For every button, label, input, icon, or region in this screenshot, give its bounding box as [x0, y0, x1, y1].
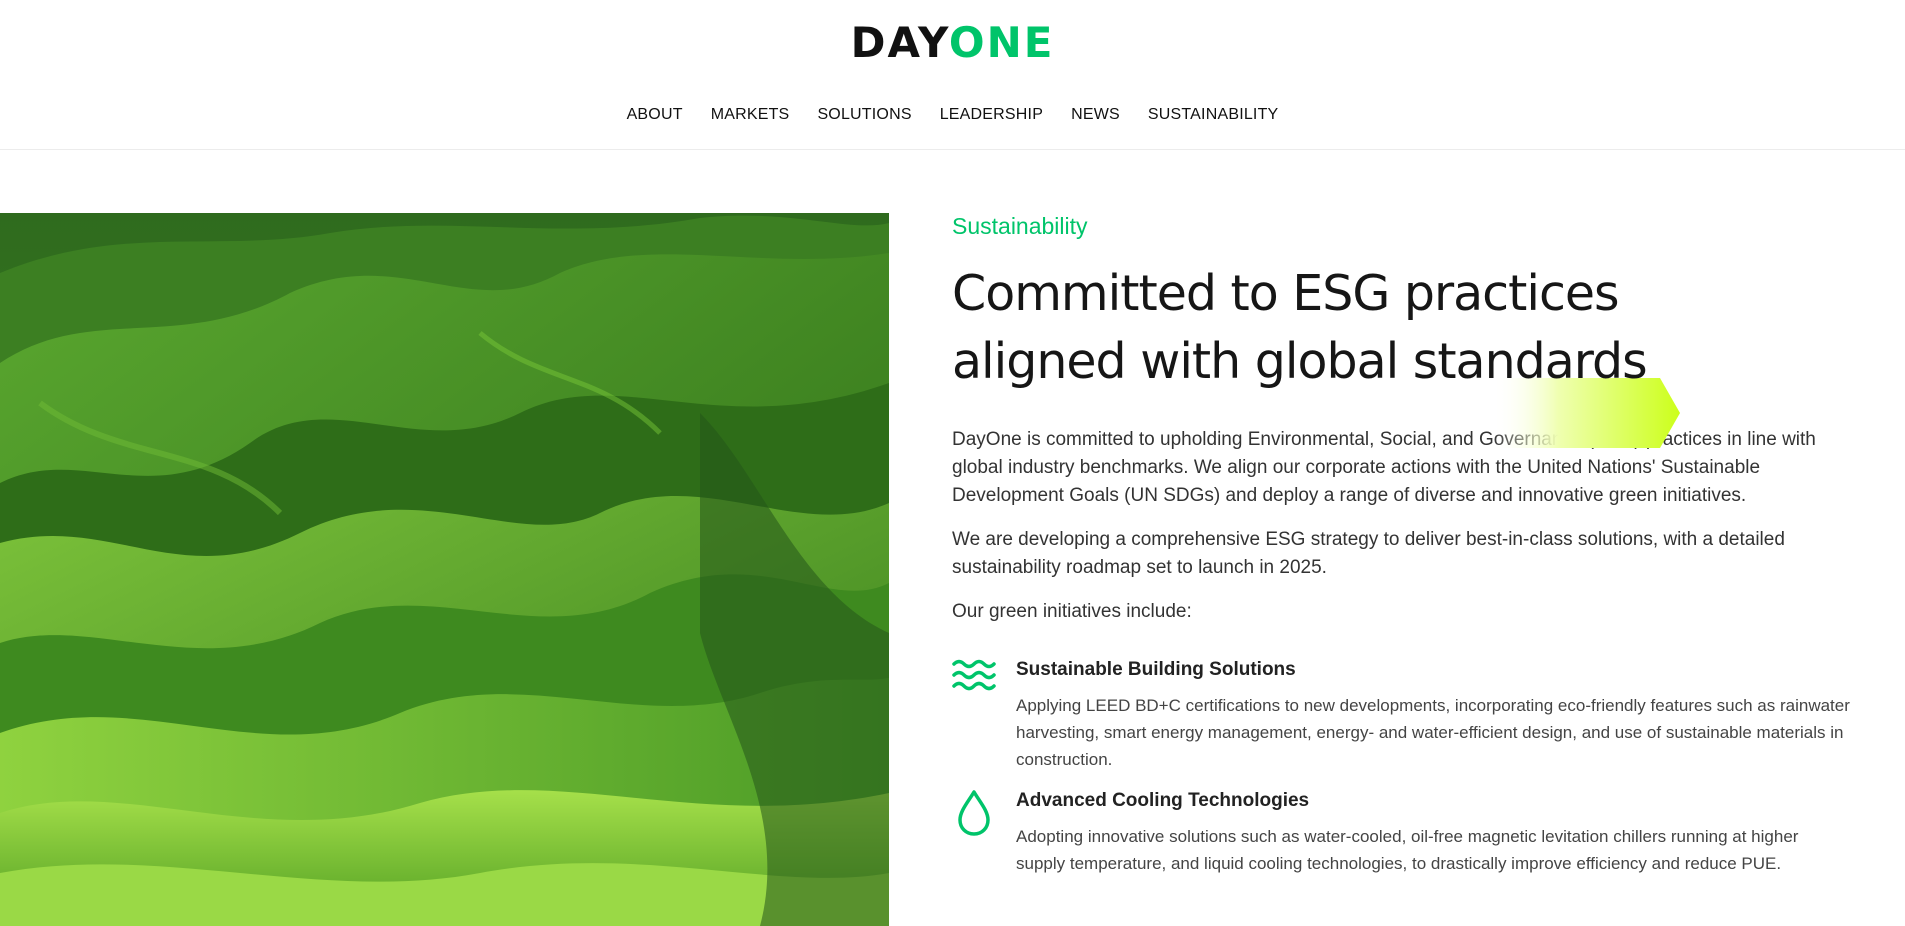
sustainability-section: Sustainability Committed to ESG practice… — [952, 210, 1852, 891]
nav-leadership[interactable]: LEADERSHIP — [940, 106, 1043, 124]
headline-highlight: standards — [1412, 333, 1648, 390]
nav-solutions[interactable]: SOLUTIONS — [817, 106, 911, 124]
intro-paragraph: DayOne is committed to upholding Environ… — [952, 429, 1816, 506]
nav-news[interactable]: NEWS — [1071, 106, 1120, 124]
headline-line-2: aligned with global standards — [952, 328, 1852, 396]
water-drop-icon — [952, 787, 1016, 877]
logo-one: ONE — [948, 18, 1055, 67]
feature-list: Sustainable Building Solutions Applying … — [952, 656, 1852, 877]
strategy-paragraph: We are developing a comprehensive ESG st… — [952, 529, 1785, 578]
section-headline: Committed to ESG practices aligned with … — [952, 260, 1852, 448]
section-eyebrow: Sustainability — [952, 213, 1088, 239]
main-nav: ABOUT MARKETS SOLUTIONS LEADERSHIP NEWS … — [0, 106, 1905, 124]
nav-about[interactable]: ABOUT — [627, 106, 683, 124]
hero-hills-image — [0, 213, 889, 926]
nav-markets[interactable]: MARKETS — [711, 106, 790, 124]
feature-title: Advanced Cooling Technologies — [1016, 790, 1310, 811]
site-header: DAYONE ABOUT MARKETS SOLUTIONS LEADERSHI… — [0, 0, 1905, 150]
logo-day: DAY — [850, 18, 949, 67]
feature-item: Advanced Cooling Technologies Adopting i… — [952, 787, 1852, 877]
feature-text: Adopting innovative solutions such as wa… — [1016, 827, 1799, 873]
dayone-logo[interactable]: DAYONE — [0, 18, 1905, 68]
feature-item: Sustainable Building Solutions Applying … — [952, 656, 1852, 773]
headline-line-1: Committed to ESG practices — [952, 265, 1620, 322]
initiatives-intro: Our green initiatives include: — [952, 601, 1192, 622]
nav-sustainability[interactable]: SUSTAINABILITY — [1148, 106, 1279, 124]
headline-line-2-prefix: aligned with global — [952, 333, 1413, 390]
feature-title: Sustainable Building Solutions — [1016, 659, 1296, 680]
waves-icon — [952, 656, 1016, 773]
feature-text: Applying LEED BD+C certifications to new… — [1016, 696, 1850, 769]
